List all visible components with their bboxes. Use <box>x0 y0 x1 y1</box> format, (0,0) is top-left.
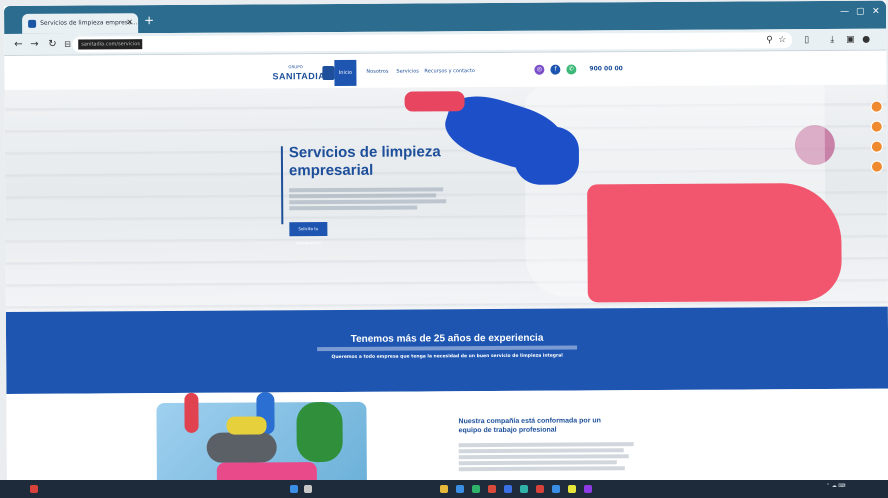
back-button[interactable]: ← <box>14 38 22 52</box>
browser-tab[interactable]: Servicios de limpieza empresa... × <box>22 13 139 34</box>
url-text[interactable]: sanitadia.com/servicios <box>78 39 143 50</box>
hero-spray-bottle-image <box>587 182 842 303</box>
facebook-icon[interactable]: f <box>550 64 561 75</box>
taskbar-app-6[interactable] <box>520 485 528 493</box>
zoom-icon[interactable]: ⚲ <box>766 33 773 47</box>
browser-window: Servicios de limpieza empresa... × + — ▢… <box>4 0 888 496</box>
taskbar-app-2[interactable] <box>304 485 312 493</box>
taskbar-app-10[interactable] <box>584 485 592 493</box>
floating-button-1[interactable] <box>870 100 883 113</box>
menu-item-nosotros[interactable]: Nosotros <box>366 69 388 75</box>
floating-button-2[interactable] <box>870 120 883 133</box>
reload-button[interactable]: ↻ <box>48 38 56 52</box>
product-scrubber <box>206 432 277 463</box>
taskbar-app-edge[interactable] <box>456 485 464 493</box>
site-favicon-icon <box>28 19 37 28</box>
phone-number[interactable]: 900 00 00 <box>589 65 622 72</box>
address-bar[interactable]: ⊟ sanitadia.com/servicios ⚲ ☆ <box>64 32 793 53</box>
download-icon[interactable]: ⤓ <box>830 33 834 47</box>
maximize-button[interactable]: ▢ <box>856 7 865 17</box>
close-tab-icon[interactable]: × <box>126 17 133 26</box>
whatsapp-icon[interactable]: ✆ <box>566 64 577 75</box>
menu-item-servicios[interactable]: Servicios <box>396 68 419 74</box>
sidebar-icon[interactable]: ▣ <box>846 33 855 47</box>
extensions-icon[interactable]: ▯ <box>804 33 809 47</box>
about-body-text <box>458 442 634 472</box>
new-tab-button[interactable]: + <box>142 13 156 27</box>
minimize-button[interactable]: — <box>840 7 849 17</box>
product-bottle-red <box>184 392 199 433</box>
menu-item-inicio[interactable]: Inicio <box>334 59 357 86</box>
instagram-icon[interactable]: ◎ <box>534 64 545 75</box>
bookmark-star-icon[interactable]: ☆ <box>778 33 786 47</box>
logo-tagline: GRUPO <box>288 64 303 70</box>
menu-item-recursos-contacto[interactable]: Recursos y contacto <box>424 68 475 74</box>
site-info-icon[interactable]: ⊟ <box>64 38 71 52</box>
site-header: GRUPO SANITADIA Inicio Nosotros Servicio… <box>4 50 887 90</box>
hero-title: Servicios de limpieza empresarial <box>288 143 441 180</box>
taskbar-app-7[interactable] <box>536 485 544 493</box>
profile-avatar[interactable]: ● <box>862 33 870 47</box>
taskbar-app-8[interactable] <box>552 485 560 493</box>
hero-spray-trigger-image <box>404 91 465 112</box>
quote-button[interactable]: Solicita tu presupuesto <box>289 222 328 245</box>
about-title: Nuestra compañía está conformada por un … <box>458 417 601 435</box>
os-taskbar: ⌃ ☁ ⌨ <box>0 480 888 498</box>
taskbar-app-9[interactable] <box>568 485 576 493</box>
hero-body-text <box>289 187 449 211</box>
start-icon[interactable] <box>30 485 38 493</box>
product-sponge <box>226 416 267 435</box>
product-bottle-green <box>296 401 343 463</box>
logo-mark-icon <box>322 65 335 81</box>
forward-button[interactable]: → <box>30 38 38 52</box>
system-tray-icons[interactable]: ⌃ ☁ ⌨ <box>826 483 846 489</box>
taskbar-app-1[interactable] <box>290 485 298 493</box>
tab-title: Servicios de limpieza empresa... <box>40 19 138 27</box>
hero-section: Servicios de limpieza empresarial Solici… <box>4 84 888 312</box>
floating-button-4[interactable] <box>870 160 884 173</box>
close-window-button[interactable]: ✕ <box>872 7 880 17</box>
logo-brand: SANITADIA <box>272 71 326 82</box>
taskbar-app-5[interactable] <box>504 485 512 493</box>
taskbar-app-4[interactable] <box>488 485 496 493</box>
floating-button-3[interactable] <box>870 140 883 153</box>
taskbar-app-chrome[interactable] <box>472 485 480 493</box>
taskbar-app-files[interactable] <box>440 485 448 493</box>
experience-band: Tenemos más de 25 años de experiencia Qu… <box>5 306 888 394</box>
hero-glove-hand-image <box>514 126 580 185</box>
